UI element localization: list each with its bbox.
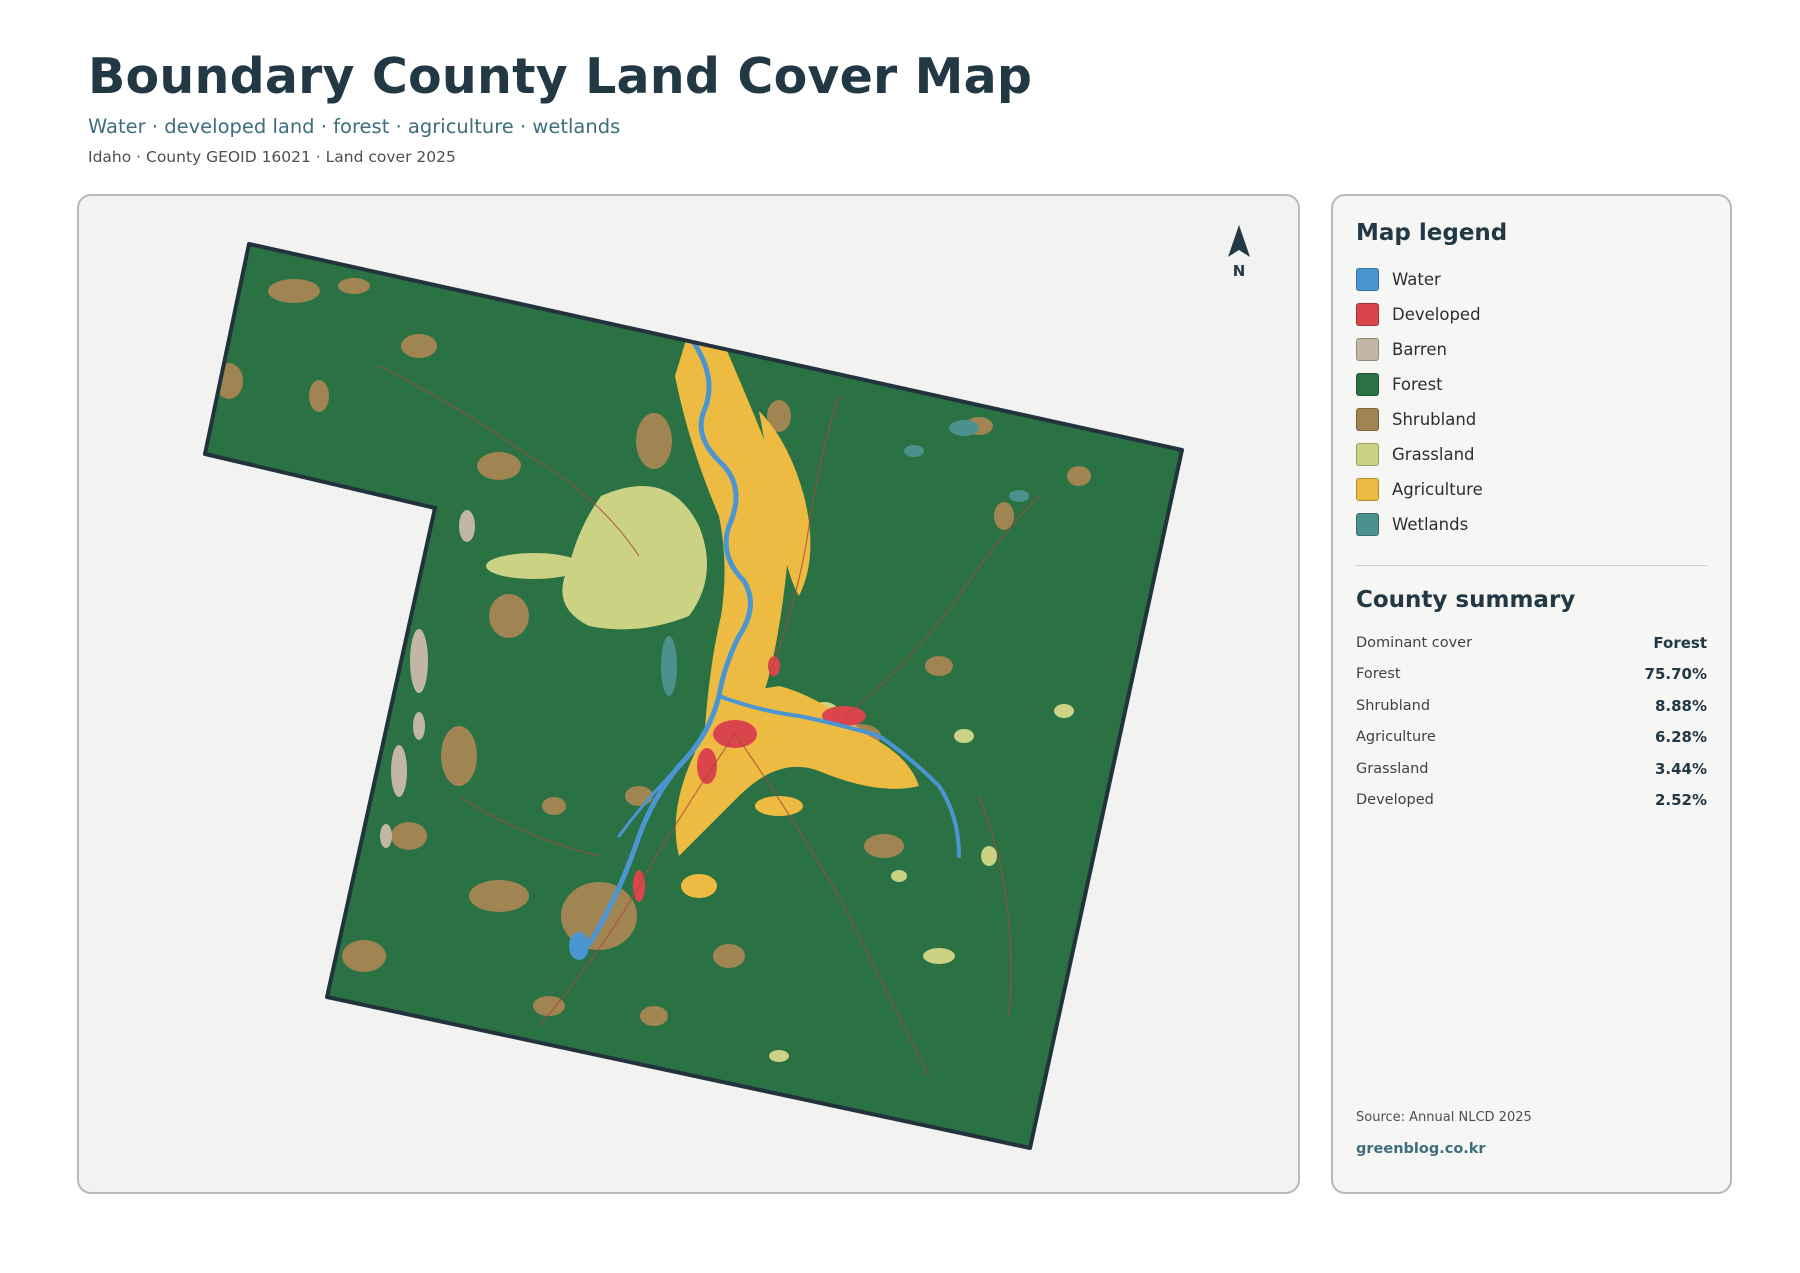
- legend-swatch: [1356, 303, 1379, 326]
- legend-item-agriculture: Agriculture: [1356, 472, 1707, 507]
- summary-value: 6.28%: [1654, 728, 1707, 747]
- legend-swatch: [1356, 513, 1379, 536]
- summary-key: Shrubland: [1356, 697, 1431, 714]
- summary-row: Dominant cover Forest: [1356, 627, 1707, 659]
- legend-label: Wetlands: [1392, 515, 1469, 534]
- summary-value: 8.88%: [1654, 696, 1707, 715]
- page-meta: Idaho · County GEOID 16021 · Land cover …: [88, 148, 456, 166]
- legend-item-water: Water: [1356, 262, 1707, 297]
- summary-key: Developed: [1356, 792, 1434, 809]
- summary-row: Shrubland 8.88%: [1356, 690, 1707, 722]
- map-panel[interactable]: N: [77, 194, 1300, 1194]
- legend-item-grassland: Grassland: [1356, 437, 1707, 472]
- legend-swatch: [1356, 268, 1379, 291]
- credit-link[interactable]: greenblog.co.kr: [1356, 1141, 1486, 1157]
- legend-swatch: [1356, 338, 1379, 361]
- north-arrow: N: [1224, 224, 1254, 280]
- side-panel: Map legend Water Developed Barren Forest Shr…: [1331, 194, 1732, 1194]
- legend-swatch: [1356, 408, 1379, 431]
- summary-key: Grassland: [1356, 760, 1429, 777]
- legend-label: Barren: [1392, 340, 1447, 359]
- summary-key: Dominant cover: [1356, 634, 1473, 651]
- legend-title: Map legend: [1356, 220, 1508, 246]
- page-title: Boundary County Land Cover Map: [88, 48, 1033, 105]
- summary-value: 2.52%: [1654, 791, 1707, 810]
- north-arrow-icon: [1228, 225, 1250, 257]
- summary-title: County summary: [1356, 587, 1576, 613]
- legend-swatch: [1356, 373, 1379, 396]
- legend-swatch: [1356, 443, 1379, 466]
- legend-label: Shrubland: [1392, 410, 1477, 429]
- summary-row: Agriculture 6.28%: [1356, 722, 1707, 754]
- legend-item-shrubland: Shrubland: [1356, 402, 1707, 437]
- legend-label: Developed: [1392, 305, 1481, 324]
- legend-label: Grassland: [1392, 445, 1475, 464]
- summary-row: Developed 2.52%: [1356, 785, 1707, 817]
- source-note: Source: Annual NLCD 2025: [1356, 1110, 1532, 1125]
- lake: [569, 932, 589, 960]
- north-label: N: [1232, 262, 1246, 280]
- summary-key: Forest: [1356, 666, 1401, 683]
- land-cover-map[interactable]: [79, 196, 1300, 1194]
- legend-label: Agriculture: [1392, 480, 1483, 499]
- legend-swatch: [1356, 478, 1379, 501]
- summary-row: Grassland 3.44%: [1356, 753, 1707, 785]
- summary-value: Forest: [1653, 633, 1707, 652]
- legend-label: Water: [1392, 270, 1441, 289]
- divider: [1356, 565, 1707, 566]
- legend-item-developed: Developed: [1356, 297, 1707, 332]
- legend-item-wetlands: Wetlands: [1356, 507, 1707, 542]
- summary-value: 3.44%: [1654, 759, 1707, 778]
- legend-list: Water Developed Barren Forest Shrubland Grass…: [1356, 262, 1707, 542]
- legend-item-barren: Barren: [1356, 332, 1707, 367]
- summary-row: Forest 75.70%: [1356, 659, 1707, 691]
- page-subtitle: Water · developed land · forest · agricu…: [88, 115, 621, 138]
- summary-key: Agriculture: [1356, 729, 1436, 746]
- legend-item-forest: Forest: [1356, 367, 1707, 402]
- land-cover-layer: [205, 244, 1182, 1148]
- summary-value: 75.70%: [1644, 665, 1707, 684]
- page-header: Boundary County Land Cover Map Water · d…: [88, 46, 1032, 167]
- summary-table: Dominant cover Forest Forest 75.70% Shrublan…: [1356, 627, 1707, 816]
- legend-label: Forest: [1392, 375, 1443, 394]
